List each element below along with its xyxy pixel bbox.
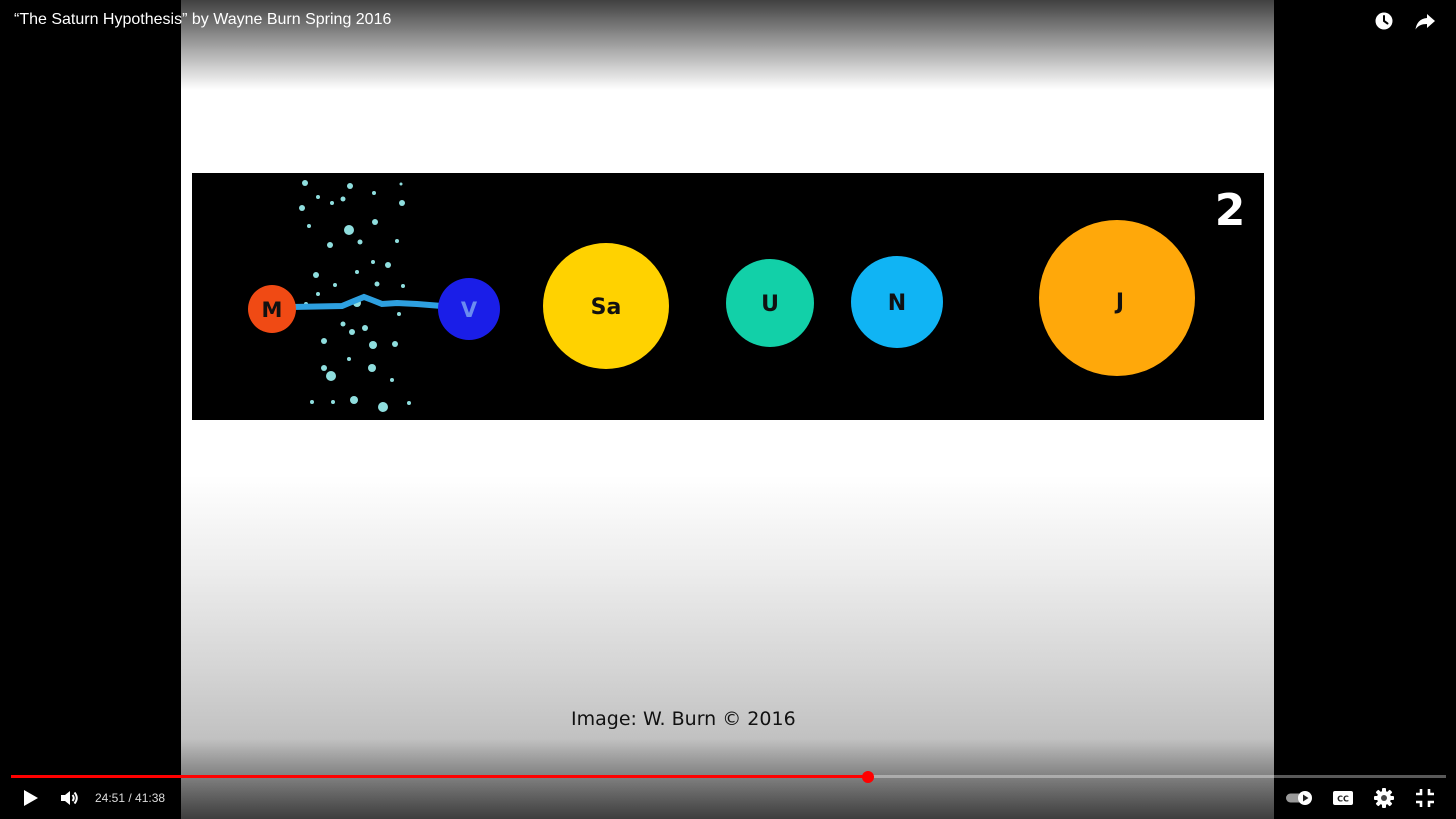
dust-particle [397, 312, 401, 316]
dust-particle [331, 400, 335, 404]
mars-label: M [262, 298, 283, 322]
jupiter-label: J [1114, 290, 1124, 315]
dust-particle [385, 262, 391, 268]
exit-fullscreen-button[interactable] [1413, 786, 1437, 810]
scrubber-handle[interactable] [861, 771, 874, 783]
captions-button[interactable]: CC [1331, 786, 1355, 810]
dust-particle [399, 200, 405, 206]
dust-particle [374, 281, 380, 287]
dust-particle [310, 400, 314, 404]
diagram-canvas: M V Sa U N J 2 [248, 180, 1246, 412]
play-icon [24, 790, 38, 806]
image-credit: Image: W. Burn © 2016 [571, 708, 796, 730]
neptune-label: N [888, 291, 906, 316]
exit-fullscreen-icon [1416, 789, 1434, 807]
dust-particle [327, 242, 333, 248]
cc-icon: CC [1333, 791, 1353, 805]
dust-particle [378, 402, 388, 412]
share-arrow-icon[interactable] [1412, 8, 1438, 34]
dust-particle [321, 365, 327, 371]
dust-particle [340, 321, 346, 327]
settings-button[interactable] [1372, 786, 1396, 810]
dust-particle [302, 180, 308, 186]
autoplay-toggle[interactable] [1285, 786, 1315, 810]
dust-particle [326, 371, 336, 381]
dust-particle [371, 260, 375, 264]
dust-particle [333, 283, 337, 287]
dust-particle [407, 401, 411, 405]
volume-button[interactable] [57, 786, 81, 810]
dust-particle [399, 182, 403, 186]
time-display: 24:51 / 41:38 [95, 791, 165, 805]
dust-particle [347, 357, 351, 361]
dust-particle [321, 338, 327, 344]
venus-label: V [461, 298, 478, 322]
video-title[interactable]: “The Saturn Hypothesis” by Wayne Burn Sp… [14, 11, 391, 29]
seek-bar[interactable] [11, 771, 1446, 783]
dust-particle [392, 341, 398, 347]
uranus-label: U [761, 292, 779, 317]
autoplay-toggle-icon [1286, 791, 1312, 805]
dust-particle [372, 191, 376, 195]
dust-particle [368, 364, 376, 372]
dust-particle [390, 378, 394, 382]
dust-particle [362, 325, 368, 331]
volume-icon [61, 791, 78, 805]
dust-particle [401, 284, 405, 288]
dust-particle [395, 239, 399, 243]
dust-particle [372, 219, 378, 225]
dust-particles [299, 180, 411, 412]
dust-particle [357, 239, 363, 245]
played-progress [11, 775, 868, 778]
svg-text:CC: CC [1337, 795, 1349, 804]
dust-particle [316, 195, 320, 199]
current-time: 24:51 [95, 791, 126, 805]
dust-particle [340, 196, 346, 202]
video-player[interactable]: M V Sa U N J 2 Image: W. Burn © 2016 “Th… [0, 0, 1456, 819]
play-button[interactable] [18, 786, 42, 810]
dust-particle [316, 292, 320, 296]
dust-particle [347, 183, 353, 189]
dust-particle [307, 224, 311, 228]
dust-particle [369, 341, 377, 349]
dust-particle [349, 329, 355, 335]
dust-particle [350, 396, 358, 404]
dust-particle [299, 205, 305, 211]
time-separator: / [125, 791, 136, 805]
slide-number: 2 [1215, 185, 1246, 236]
clock-icon[interactable] [1371, 8, 1397, 34]
gear-icon [1374, 788, 1394, 808]
dust-particle [330, 201, 334, 205]
video-frame: M V Sa U N J 2 Image: W. Burn © 2016 [181, 0, 1274, 819]
duration: 41:38 [135, 791, 166, 805]
dust-particle [344, 225, 354, 235]
dust-particle [313, 272, 319, 278]
dust-particle [355, 270, 359, 274]
saturn-label: Sa [591, 295, 622, 320]
solar-diagram: M V Sa U N J 2 [192, 173, 1264, 420]
plasma-stream [289, 293, 445, 310]
